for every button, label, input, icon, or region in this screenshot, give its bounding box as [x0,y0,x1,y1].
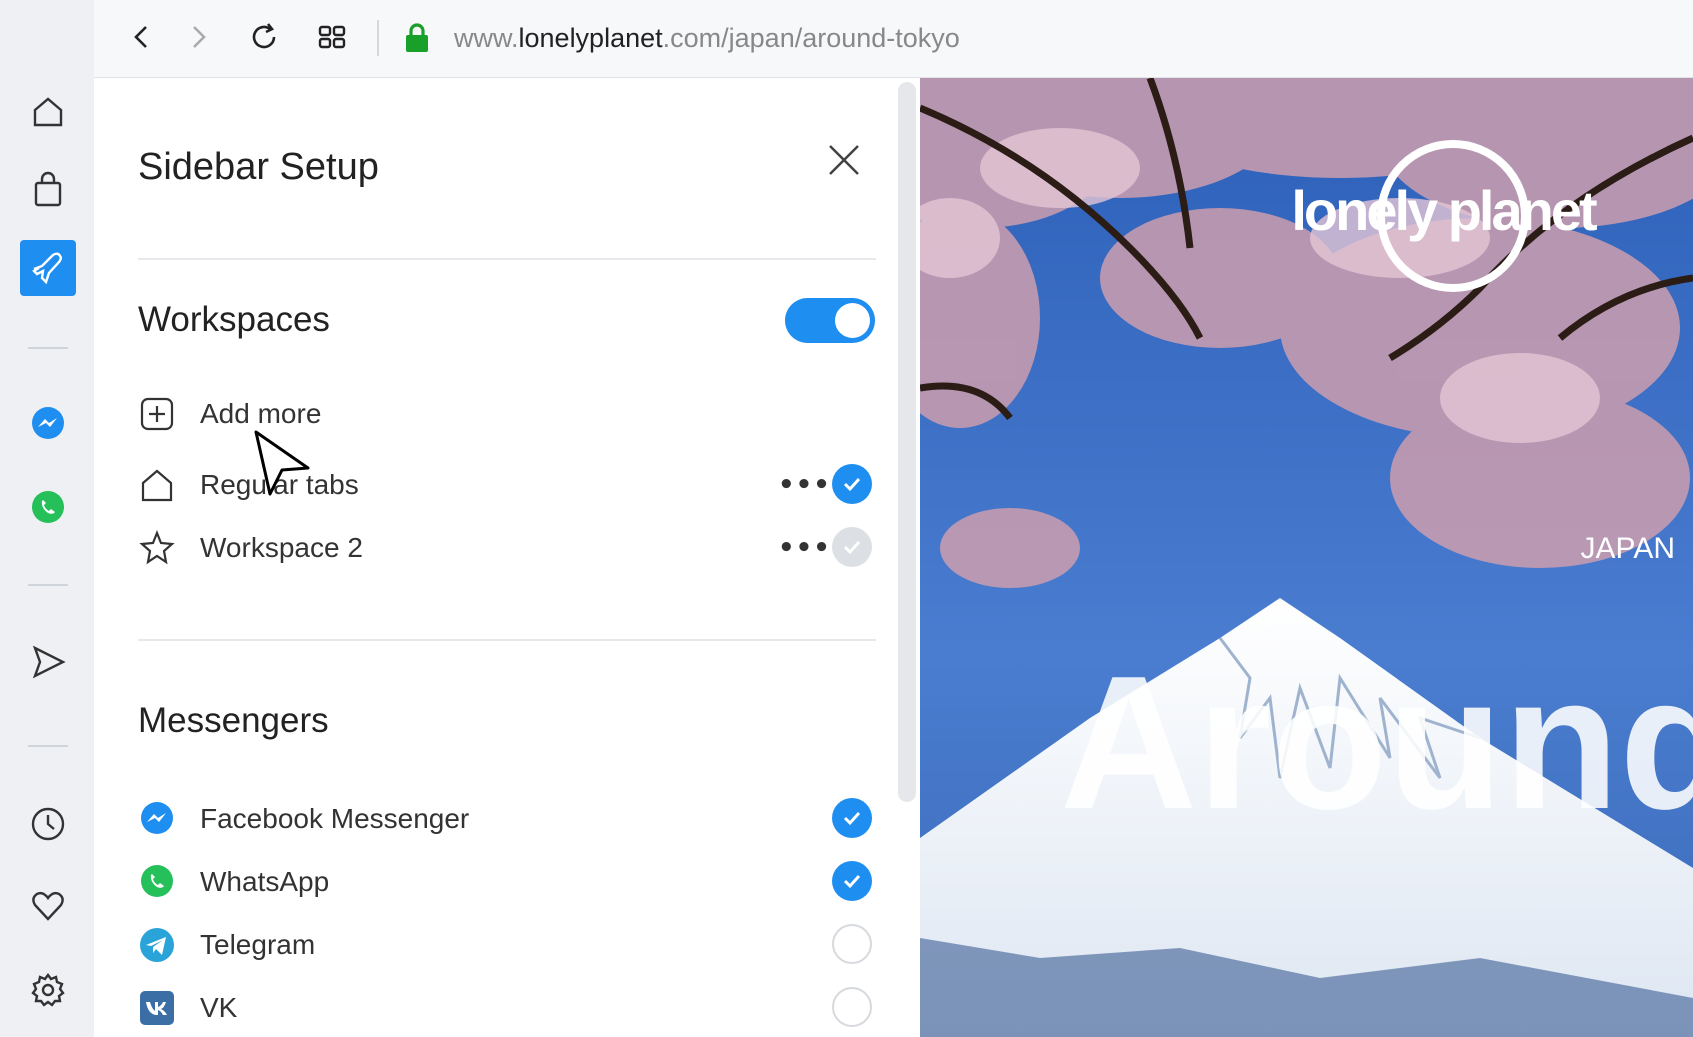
more-options-icon[interactable]: ••• [778,466,831,504]
panel-title: Sidebar Setup [138,146,379,188]
messenger-icon [141,802,173,834]
home-icon [141,469,173,502]
mouse-cursor-icon [254,430,310,496]
gear-icon[interactable] [20,962,76,1018]
workspace-item[interactable]: Workspace 2 ••• [138,519,878,575]
workspace-checkbox[interactable] [832,527,872,567]
forward-button[interactable] [178,17,218,57]
section-divider [138,258,876,260]
messenger-icon[interactable] [20,396,76,452]
messenger-checkbox[interactable] [832,798,872,838]
back-button[interactable] [122,17,162,57]
check-icon [843,811,861,826]
reload-button[interactable] [244,17,284,57]
workspace-checkbox[interactable] [832,464,872,504]
address-bar: www.lonelyplanet.com/japan/around-tokyo [94,0,1693,78]
rail-divider [28,347,68,349]
messenger-label: Facebook Messenger [200,803,470,834]
messenger-label: WhatsApp [200,866,330,897]
panel-scrollbar[interactable] [898,82,916,802]
check-icon [843,540,861,555]
toggle-knob [835,303,870,338]
address-separator [377,20,379,56]
workspace-label: Workspace 2 [200,532,363,563]
url-path: .com/japan/around-tokyo [662,23,960,53]
whatsapp-icon[interactable] [20,480,76,536]
telegram-icon [140,928,174,962]
messenger-item[interactable]: Telegram [138,916,878,972]
messenger-label: VK [200,992,238,1023]
home-icon[interactable] [20,84,76,140]
clock-icon[interactable] [20,796,76,852]
close-icon[interactable] [822,138,866,182]
add-icon [140,397,174,431]
messenger-label: Telegram [200,929,316,960]
heart-icon[interactable] [20,878,76,934]
page-headline: Around [1060,637,1693,849]
messenger-item[interactable]: WhatsApp [138,853,878,909]
check-icon [843,477,861,492]
messenger-checkbox[interactable] [832,987,872,1027]
messenger-item[interactable]: Facebook Messenger [138,790,878,846]
rail-divider [28,745,68,747]
vk-icon [140,991,174,1025]
more-options-icon[interactable]: ••• [778,529,831,567]
hero-photo: lonely planet JAPAN Around [920,78,1693,1037]
messengers-heading: Messengers [138,701,329,740]
tab-grid-icon[interactable] [312,17,352,57]
rail-divider [28,584,68,586]
messenger-item[interactable]: VK [138,979,878,1035]
add-more-button[interactable]: Add more [138,385,878,441]
whatsapp-icon [141,865,173,897]
workspaces-heading: Workspaces [138,300,330,339]
check-icon [843,874,861,889]
messenger-checkbox[interactable] [832,924,872,964]
country-label: JAPAN [1581,532,1675,565]
lock-icon [406,23,428,52]
app-sidebar-rail [0,0,94,1037]
web-page-content[interactable]: lonely planet JAPAN Around [920,78,1693,1037]
url-text[interactable]: www.lonelyplanet.com/japan/around-tokyo [454,20,960,56]
url-domain: lonelyplanet [518,23,663,53]
section-divider [138,639,876,641]
lonely-planet-logo: lonely planet [1291,179,1597,242]
bag-icon[interactable] [20,162,76,218]
messenger-checkbox[interactable] [832,861,872,901]
url-prefix: www. [454,23,519,53]
workspace-item[interactable]: Regular tabs ••• [138,456,878,512]
workspaces-toggle[interactable] [785,298,875,343]
plane-icon[interactable] [20,240,76,296]
star-icon [139,530,175,565]
send-icon[interactable] [20,634,76,690]
